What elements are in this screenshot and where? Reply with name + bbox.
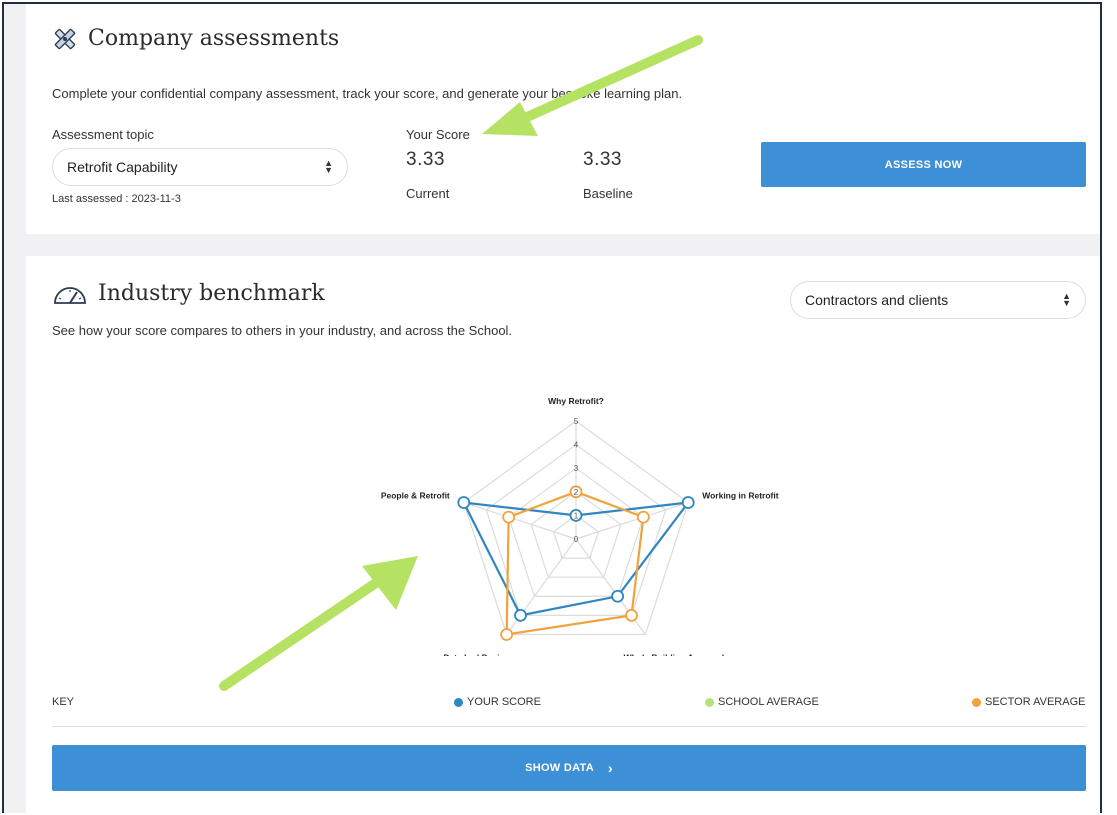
assessment-topic-label: Assessment topic — [52, 127, 154, 142]
industry-group-value: Contractors and clients — [805, 292, 949, 308]
legend-sector-average-label: SECTOR AVERAGE — [985, 696, 1086, 708]
company-assessments-heading: Company assessments — [52, 26, 339, 51]
legend-school-average-label: SCHOOL AVERAGE — [718, 696, 819, 708]
industry-benchmark-title: Industry benchmark — [98, 281, 325, 306]
assessment-topic-select[interactable]: Retrofit Capability ▲ ▼ — [52, 148, 348, 186]
baseline-score-value: 3.33 — [583, 149, 622, 170]
data-point — [625, 608, 638, 622]
your-score-label: Your Score — [406, 127, 470, 142]
data-point — [681, 496, 695, 509]
tick-label: 3 — [574, 464, 579, 473]
data-point — [502, 510, 516, 524]
page-frame: Company assessments Complete your confid… — [2, 2, 1102, 813]
axis-label: Data Led Design — [443, 652, 510, 656]
legend-your-score-label: YOUR SCORE — [467, 696, 541, 708]
sector-average-dot-icon — [972, 697, 981, 707]
current-score-value: 3.33 — [406, 149, 445, 170]
company-assessments-card: Company assessments Complete your confid… — [26, 4, 1100, 234]
industry-group-select[interactable]: Contractors and clients ▲ ▼ — [790, 281, 1086, 319]
last-assessed: Last assessed : 2023-11-3 — [52, 193, 181, 205]
legend-your-score: YOUR SCORE — [454, 696, 541, 708]
tick-label: 4 — [574, 441, 579, 450]
industry-benchmark-card: Industry benchmark Contractors and clien… — [26, 256, 1100, 813]
gauge-icon — [52, 282, 88, 306]
show-data-label: SHOW DATA — [525, 762, 594, 774]
tick-label: 0 — [574, 535, 579, 544]
assessment-topic-value: Retrofit Capability — [67, 159, 178, 175]
legend-school-average: SCHOOL AVERAGE — [705, 696, 819, 708]
tick-label: 5 — [574, 417, 579, 426]
divider — [52, 726, 1086, 727]
tools-icon — [52, 27, 78, 51]
current-score-label: Current — [406, 186, 450, 201]
axis-label: People & Retrofit — [381, 491, 450, 501]
radar-chart: 0 1 2 3 4 5 Why Retrofit? Working in Retrofit Wh… — [381, 396, 779, 656]
data-point — [457, 496, 471, 509]
key-label: KEY — [52, 696, 75, 708]
company-assessments-title: Company assessments — [88, 26, 340, 51]
data-point — [611, 589, 625, 603]
tick-label: 1 — [574, 511, 579, 520]
assess-now-button[interactable]: ASSESS NOW — [761, 142, 1086, 187]
legend-sector-average: SECTOR AVERAGE — [972, 696, 1085, 708]
show-data-button[interactable]: SHOW DATA › — [52, 745, 1086, 791]
tick-label: 2 — [574, 488, 579, 497]
axis-label: Working in Retrofit — [702, 491, 779, 501]
select-arrows-icon: ▲ ▼ — [324, 158, 333, 175]
select-arrows-icon: ▲ ▼ — [1062, 291, 1071, 308]
benchmark-description: See how your score compares to others in… — [52, 323, 513, 338]
industry-benchmark-heading: Industry benchmark — [52, 281, 325, 306]
data-point — [636, 510, 650, 524]
axis-label: Why Retrofit? — [548, 396, 604, 406]
assessments-description: Complete your confidential company asses… — [52, 86, 683, 101]
baseline-score-label: Baseline — [583, 186, 633, 201]
data-point — [514, 608, 527, 622]
school-average-dot-icon — [705, 697, 714, 707]
chevron-right-icon: › — [607, 760, 613, 776]
data-point — [500, 628, 514, 641]
axis-label: Whole Building Approach — [624, 652, 728, 656]
your-score-dot-icon — [454, 697, 463, 707]
